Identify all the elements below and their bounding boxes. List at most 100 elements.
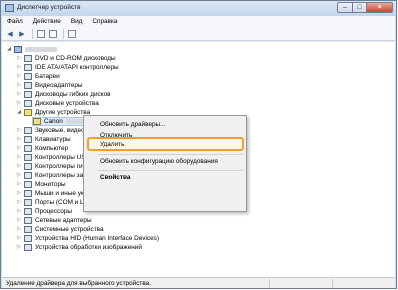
expand-icon[interactable]: ▷: [16, 90, 22, 99]
computer-icon: [24, 145, 32, 152]
menu-item-scan-hardware[interactable]: Обновить конфигурацию оборудования: [85, 156, 245, 167]
properties-icon[interactable]: [36, 29, 46, 39]
menu-item-update-drivers[interactable]: Обновить драйверы...: [85, 119, 245, 130]
expand-icon[interactable]: ▷: [16, 243, 22, 252]
expand-icon[interactable]: ▷: [16, 81, 22, 90]
maximize-button[interactable]: □: [353, 2, 367, 13]
forward-arrow-icon[interactable]: ▶: [17, 29, 27, 39]
tree-item-label: Процессоры: [35, 208, 73, 215]
tree-root[interactable]: ◢: [6, 45, 57, 54]
tree-item[interactable]: ▷ Устройства HID (Human Interface Device…: [16, 234, 159, 243]
tree-item-other-devices[interactable]: ◢ Другие устройства: [16, 108, 90, 117]
expand-icon[interactable]: ▷: [16, 207, 22, 216]
expand-icon[interactable]: ▷: [16, 225, 22, 234]
status-divider: [269, 279, 270, 288]
help-icon[interactable]: [48, 29, 58, 39]
status-bar: Удаление драйвера для выбранного устройс…: [2, 277, 395, 288]
tree-item-label: Устройства обработки изображений: [35, 244, 142, 251]
storage-controller-icon: [24, 172, 32, 179]
floppy-controller-icon: [24, 163, 32, 170]
tree-item[interactable]: ▷ Системные устройства: [16, 225, 104, 234]
disk-drive-icon: [24, 100, 32, 107]
toolbar-divider: [63, 28, 64, 39]
window-controls: – □ ×: [337, 2, 393, 13]
imaging-device-icon: [24, 244, 32, 251]
expand-icon[interactable]: ▷: [16, 144, 22, 153]
tree-item-label: Контроллеры запо: [35, 172, 91, 179]
expand-icon[interactable]: ▷: [16, 153, 22, 162]
port-icon: [24, 199, 32, 206]
tree-item[interactable]: ▷ Компьютер: [16, 144, 68, 153]
hid-device-icon: [24, 235, 32, 242]
processor-icon: [24, 208, 32, 215]
menu-file[interactable]: Файл: [2, 18, 28, 25]
tree-item-canon[interactable]: Canon: [32, 117, 90, 126]
close-button[interactable]: ×: [367, 2, 393, 13]
status-text: Удаление драйвера для выбранного устройс…: [6, 279, 152, 287]
tree-item[interactable]: ▷ Видеоадаптеры: [16, 81, 83, 90]
dvd-drive-icon: [24, 55, 32, 62]
tree-item-label: Компьютер: [35, 145, 69, 152]
tree-item[interactable]: ▷ Сетевые адаптеры: [16, 216, 92, 225]
expand-icon[interactable]: ▷: [16, 180, 22, 189]
menu-view[interactable]: Вид: [66, 18, 88, 25]
title-bar[interactable]: Диспетчер устройств – □ ×: [1, 1, 396, 16]
tree-item[interactable]: ▷ Контроллеры гиб: [16, 162, 86, 171]
device-manager-icon: [5, 4, 14, 12]
tree-item[interactable]: ▷ Батареи: [16, 72, 60, 81]
tree-item-label: Батареи: [35, 73, 60, 80]
tree-item-label: Дисковые устройства: [35, 100, 99, 107]
sound-device-icon: [24, 127, 32, 134]
minimize-button[interactable]: –: [337, 2, 353, 13]
context-menu: Обновить драйверы... Отключить Удалить О…: [83, 115, 247, 212]
expand-icon[interactable]: ▷: [16, 99, 22, 108]
tree-item-label: Дисководы гибких дисков: [35, 91, 111, 98]
expand-icon[interactable]: ▷: [16, 234, 22, 243]
tree-item[interactable]: ▷ Дисководы гибких дисков: [16, 90, 111, 99]
expand-icon[interactable]: ▷: [16, 171, 22, 180]
expand-icon[interactable]: ▷: [16, 189, 22, 198]
menu-item-uninstall[interactable]: Удалить: [85, 139, 245, 150]
tree-item[interactable]: ▷ Контроллеры запо: [16, 171, 90, 180]
menu-action[interactable]: Действие: [28, 18, 66, 25]
menu-separator: [98, 170, 244, 171]
toolbar: ◀ ▶: [2, 27, 395, 41]
expand-icon[interactable]: ▷: [16, 162, 22, 171]
menu-bar: Файл Действие Вид Справка: [2, 16, 395, 27]
tree-item-label: Видеоадаптеры: [35, 82, 83, 89]
expand-icon[interactable]: ▷: [16, 135, 22, 144]
tree-item-label: Мониторы: [35, 181, 66, 188]
tree-item-label: DVD и CD-ROM дисководы: [35, 55, 116, 62]
tree-item-label: Системные устройства: [35, 226, 104, 233]
battery-icon: [24, 73, 32, 80]
warning-device-icon: [33, 118, 41, 125]
tree-item[interactable]: ▷ DVD и CD-ROM дисководы: [16, 54, 116, 63]
tree-item[interactable]: ▷ Дисковые устройства: [16, 99, 99, 108]
floppy-drive-icon: [24, 91, 32, 98]
collapse-icon[interactable]: ◢: [16, 108, 22, 117]
expand-icon[interactable]: ▷: [16, 72, 22, 81]
collapse-icon[interactable]: ◢: [6, 45, 12, 54]
tree-item[interactable]: ▷ Устройства обработки изображений: [16, 243, 142, 252]
back-arrow-icon[interactable]: ◀: [5, 29, 15, 39]
expand-icon[interactable]: ▷: [16, 54, 22, 63]
tree-item[interactable]: ▷ Мониторы: [16, 180, 66, 189]
expand-icon[interactable]: ▷: [16, 216, 22, 225]
expand-icon[interactable]: ▷: [16, 126, 22, 135]
tree-item[interactable]: ▷ Контроллеры USB: [16, 153, 90, 162]
network-adapter-icon: [24, 217, 32, 224]
expand-icon[interactable]: ▷: [16, 198, 22, 207]
tree-item[interactable]: ▷ IDE ATA/ATAPI контроллеры: [16, 63, 119, 72]
menu-item-properties[interactable]: Свойства: [85, 172, 245, 183]
scan-hardware-icon[interactable]: [67, 29, 77, 39]
mouse-icon: [24, 190, 32, 197]
device-manager-window: Диспетчер устройств – □ × Файл Действие …: [0, 0, 397, 289]
menu-help[interactable]: Справка: [87, 18, 122, 25]
tree-item[interactable]: ▷ Клавиатуры: [16, 135, 71, 144]
tree-item[interactable]: ▷ Процессоры: [16, 207, 72, 216]
computer-icon: [14, 46, 22, 53]
expand-icon[interactable]: ▷: [16, 63, 22, 72]
tree-item-label: Сетевые адаптеры: [35, 217, 92, 224]
ide-controller-icon: [24, 64, 32, 71]
tree-item[interactable]: ▷ Звуковые, видео: [16, 126, 85, 135]
